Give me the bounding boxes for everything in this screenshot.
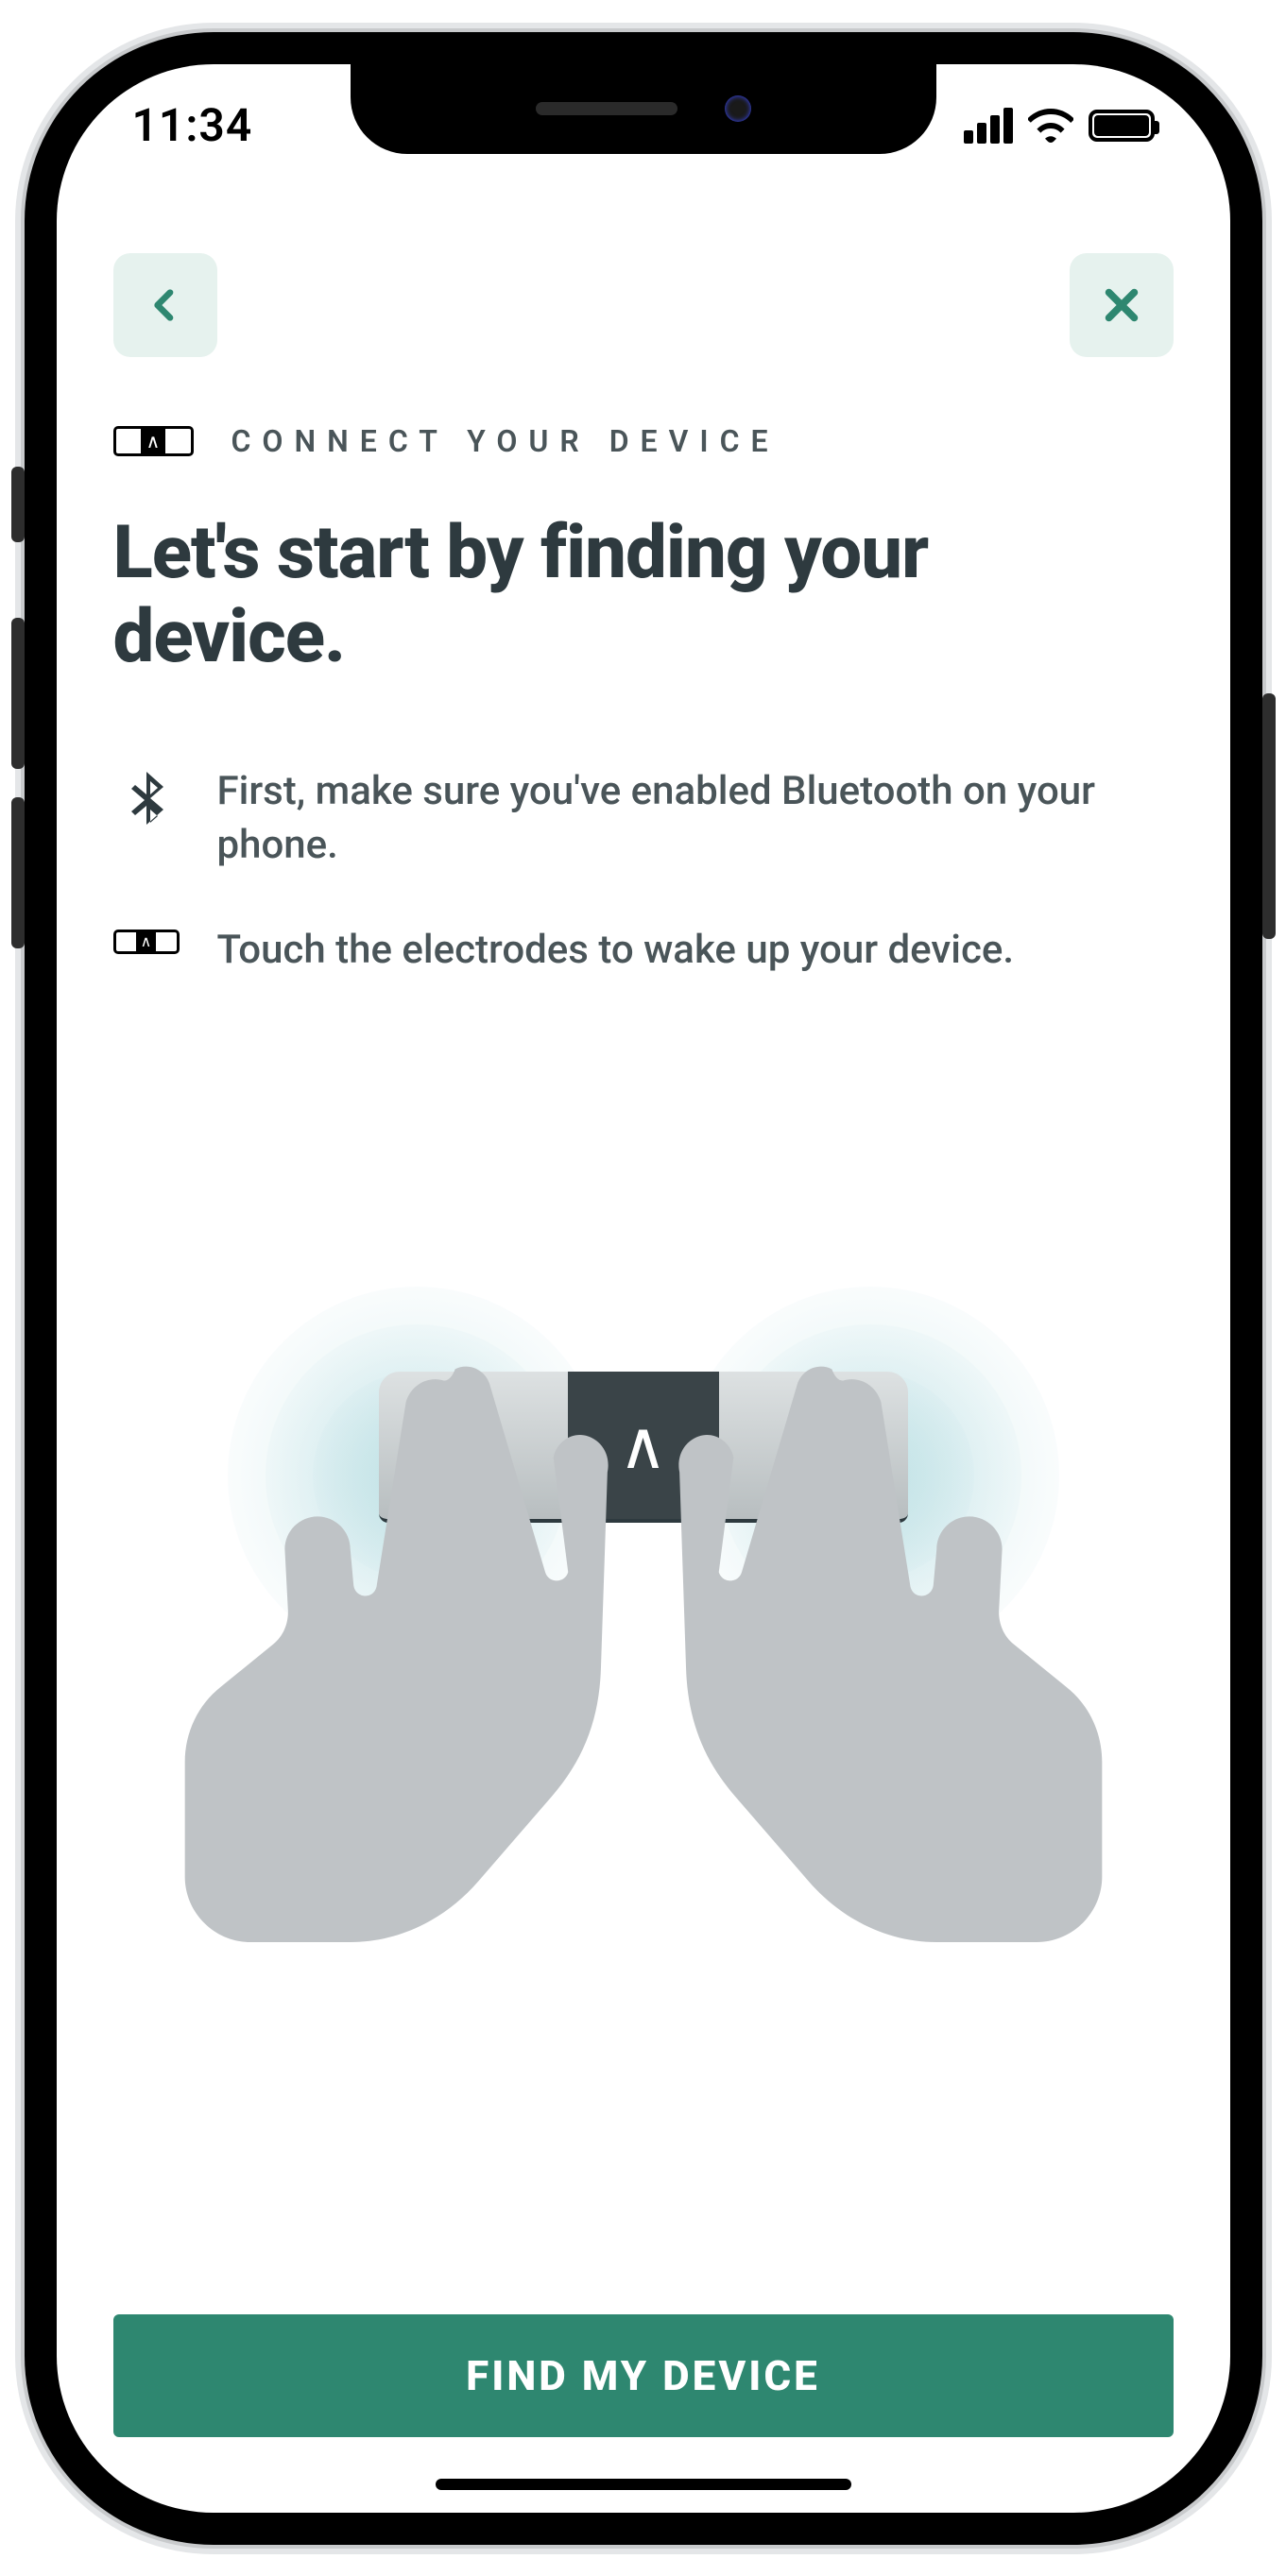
- page-title: Let's start by finding your device.: [113, 511, 1174, 680]
- close-button[interactable]: [1070, 253, 1174, 357]
- cellular-signal-icon: [964, 108, 1013, 144]
- step-text: First, make sure you've enabled Bluetoot…: [217, 765, 1174, 872]
- wifi-icon: [1028, 108, 1073, 144]
- step-bluetooth: First, make sure you've enabled Bluetoot…: [113, 765, 1174, 872]
- volume-up: [11, 618, 25, 769]
- power-button: [1262, 693, 1276, 939]
- device-icon: ∧: [113, 924, 180, 954]
- chevron-left-icon: [146, 281, 184, 329]
- eyebrow: ∧ CONNECT YOUR DEVICE: [113, 423, 1174, 459]
- screen: 11:34 ∧ CONNECT YOUR DEVICE Let': [57, 64, 1230, 2513]
- illustration: ∧: [113, 1015, 1174, 2277]
- hand-left-icon: [152, 1353, 643, 2040]
- find-device-button[interactable]: FIND MY DEVICE: [113, 2314, 1174, 2437]
- step-text: Touch the electrodes to wake up your dev…: [217, 924, 1015, 978]
- top-bar: [113, 253, 1174, 357]
- device-mini-icon: ∧: [113, 426, 194, 456]
- back-button[interactable]: [113, 253, 217, 357]
- content: ∧ CONNECT YOUR DEVICE Let's start by fin…: [57, 64, 1230, 2513]
- volume-down: [11, 797, 25, 948]
- close-icon: [1100, 283, 1143, 327]
- status-bar: 11:34: [57, 64, 1230, 187]
- phone-frame: 11:34 ∧ CONNECT YOUR DEVICE Let': [25, 32, 1262, 2545]
- eyebrow-text: CONNECT YOUR DEVICE: [231, 423, 780, 459]
- hand-right-icon: [643, 1353, 1135, 2040]
- battery-icon: [1089, 110, 1155, 142]
- bluetooth-icon: [113, 765, 180, 833]
- status-time: 11:34: [132, 98, 253, 152]
- mute-switch: [11, 467, 25, 542]
- status-right: [964, 108, 1155, 144]
- home-indicator[interactable]: [436, 2479, 851, 2490]
- step-touch: ∧ Touch the electrodes to wake up your d…: [113, 924, 1174, 978]
- steps-list: First, make sure you've enabled Bluetoot…: [113, 765, 1174, 978]
